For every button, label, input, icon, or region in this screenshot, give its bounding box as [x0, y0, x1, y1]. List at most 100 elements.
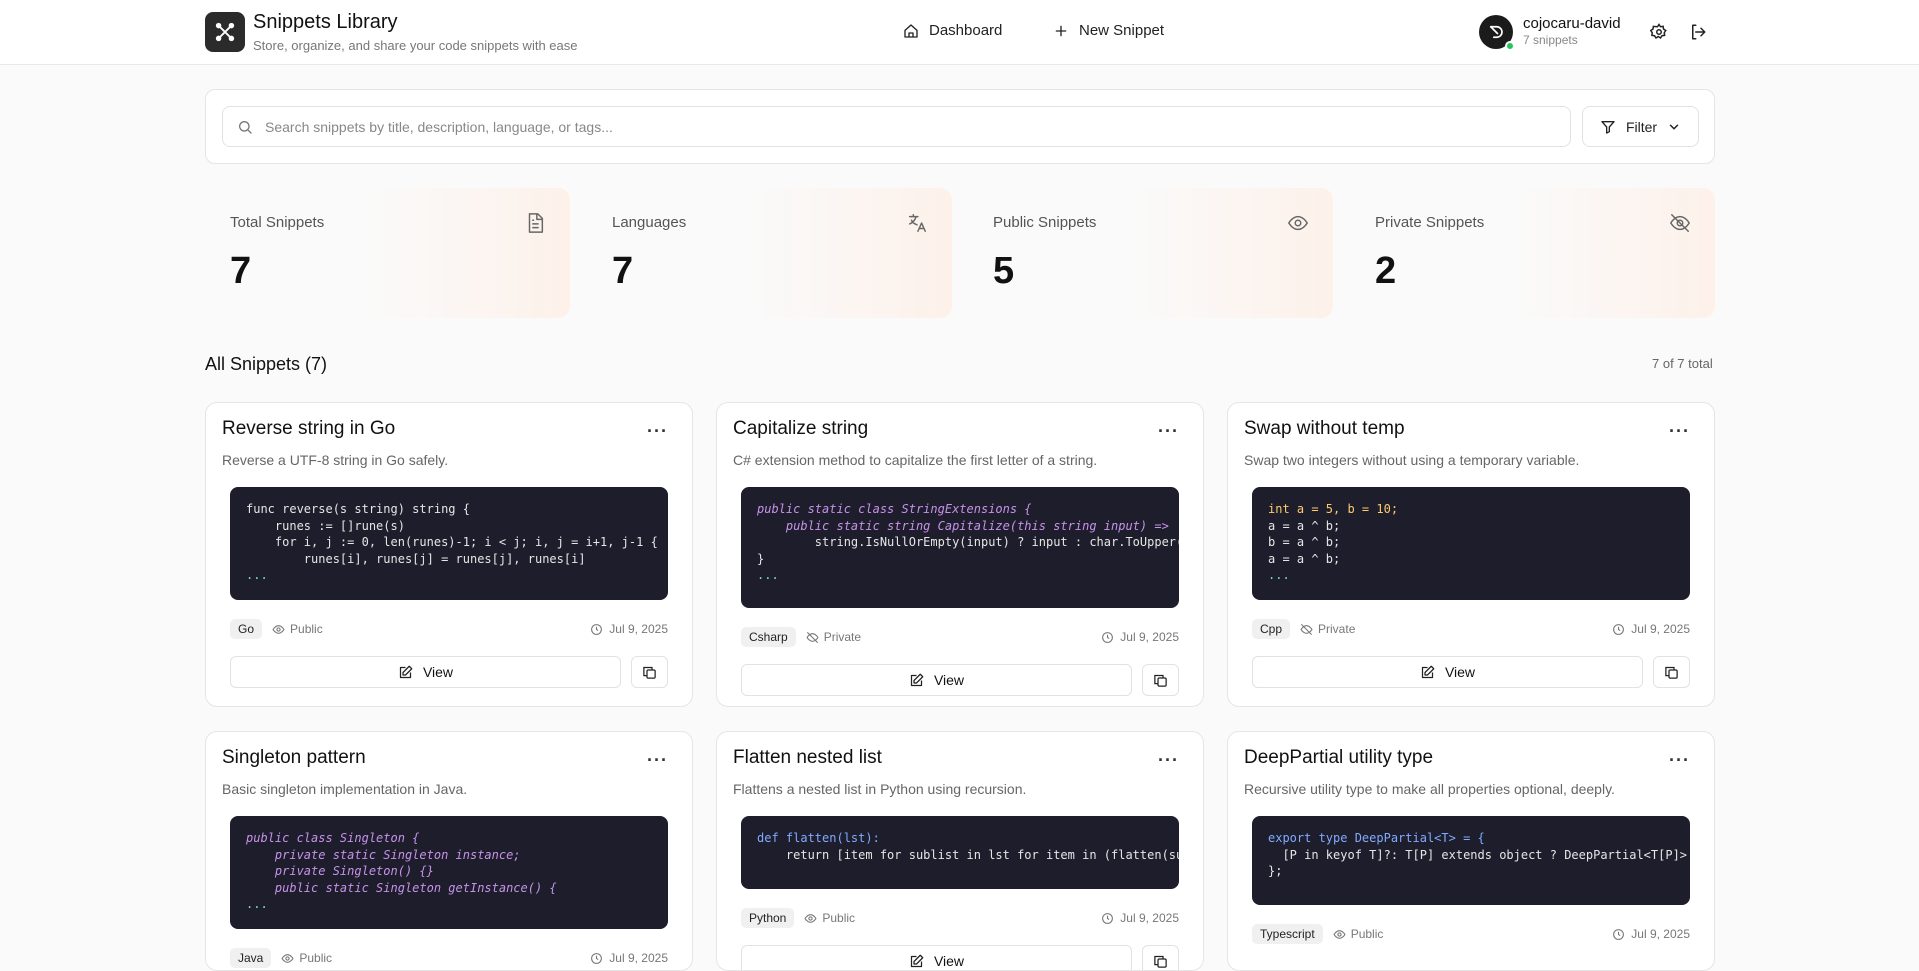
visibility: Private	[806, 630, 861, 644]
nav-dashboard[interactable]: Dashboard	[903, 22, 1002, 39]
clock-icon	[1613, 623, 1625, 635]
snippet-card[interactable]: Singleton pattern ··· Basic singleton im…	[205, 731, 693, 971]
code-line: int a = 5, b = 10;	[1268, 502, 1399, 516]
copy-icon	[1154, 674, 1167, 687]
code-line: export type DeepPartial<T> = {	[1268, 831, 1485, 845]
visibility: Public	[804, 911, 855, 925]
code-line: public static Singleton getInstance() {	[246, 880, 557, 895]
chevron-down-icon	[1669, 124, 1679, 130]
snippet-card[interactable]: Capitalize string ··· C# extension metho…	[716, 402, 1204, 707]
clock-icon	[1102, 631, 1114, 643]
card-title: Swap without temp	[1244, 418, 1405, 439]
code-line: runes := []rune(s)	[246, 518, 405, 533]
card-meta: Csharp Private Jul 9, 2025	[741, 626, 1179, 648]
code-preview: export type DeepPartial<T> = { [P in key…	[1252, 816, 1690, 905]
snippet-card[interactable]: Swap without temp ··· Swap two integers …	[1227, 402, 1715, 707]
logout-button[interactable]	[1688, 22, 1708, 42]
view-button[interactable]: View	[1252, 656, 1643, 688]
eye-icon	[804, 913, 817, 923]
stat-total-snippets: Total Snippets 7	[205, 188, 570, 318]
card-date: Jul 9, 2025	[1101, 911, 1179, 925]
eye-off-icon	[806, 631, 819, 643]
copy-icon	[1665, 666, 1678, 679]
view-button[interactable]: View	[741, 945, 1132, 970]
copy-button[interactable]	[1653, 656, 1690, 688]
date-label: Jul 9, 2025	[1631, 927, 1690, 941]
edit-icon	[1421, 665, 1435, 678]
card-meta: Java Public Jul 9, 2025	[230, 947, 668, 969]
code-line: public static class StringExtensions {	[757, 502, 1032, 516]
search-panel: Filter	[205, 89, 1715, 164]
filter-button[interactable]: Filter	[1582, 106, 1699, 147]
stat-label: Languages	[612, 214, 687, 231]
view-label: View	[933, 953, 965, 969]
stat-value: 5	[993, 250, 1015, 292]
more-options-icon[interactable]: ···	[1669, 750, 1690, 771]
app-logo[interactable]	[205, 12, 245, 52]
date-label: Jul 9, 2025	[1120, 630, 1179, 644]
card-date: Jul 9, 2025	[1612, 622, 1690, 636]
stat-label: Public Snippets	[993, 214, 1097, 231]
code-line: func reverse(s string) string {	[246, 502, 470, 516]
stat-public-snippets: Public Snippets 5	[968, 188, 1333, 318]
code-preview: public class Singleton { private static …	[230, 816, 668, 929]
search-input[interactable]	[265, 118, 1545, 135]
online-status-dot	[1505, 41, 1515, 51]
visibility-label: Private	[823, 630, 862, 644]
language-badge: Typescript	[1252, 924, 1323, 944]
card-description: C# extension method to capitalize the fi…	[733, 452, 1098, 468]
more-options-icon[interactable]: ···	[1669, 421, 1690, 442]
user-name: cojocaru-david	[1523, 15, 1621, 32]
code-line: ...	[246, 568, 268, 582]
snippet-card[interactable]: Flatten nested list ··· Flattens a neste…	[716, 731, 1204, 971]
language-badge: Python	[741, 908, 795, 928]
visibility-label: Public	[290, 622, 323, 636]
card-date: Jul 9, 2025	[590, 951, 668, 965]
eye-icon	[272, 624, 285, 634]
view-button[interactable]: View	[741, 664, 1132, 696]
stat-private-snippets: Private Snippets 2	[1350, 188, 1715, 318]
app-header: Snippets Library Store, organize, and sh…	[0, 0, 1919, 65]
code-line: [P in keyof T]?: T[P] extends object ? D…	[1268, 847, 1690, 862]
card-description: Swap two integers without using a tempor…	[1244, 452, 1580, 468]
copy-button[interactable]	[1142, 664, 1179, 696]
settings-button[interactable]	[1649, 22, 1669, 42]
clock-icon	[1102, 912, 1114, 924]
card-description: Basic singleton implementation in Java.	[222, 781, 468, 797]
search-box[interactable]	[222, 106, 1571, 147]
more-options-icon[interactable]: ···	[1158, 421, 1179, 442]
view-button[interactable]: View	[230, 656, 621, 688]
eye-off-icon	[1300, 623, 1313, 635]
more-options-icon[interactable]: ···	[647, 421, 668, 442]
code-line: for i, j := 0, len(runes)-1; i < j; i, j…	[246, 535, 658, 549]
user-snippet-count: 7 snippets	[1523, 33, 1578, 47]
code-line: ...	[246, 897, 268, 911]
more-options-icon[interactable]: ···	[1158, 750, 1179, 771]
date-label: Jul 9, 2025	[1631, 622, 1690, 636]
more-options-icon[interactable]: ···	[647, 750, 668, 771]
code-preview: def flatten(lst): return [item for subli…	[741, 816, 1179, 889]
snippet-card[interactable]: DeepPartial utility type ··· Recursive u…	[1227, 731, 1715, 971]
code-line: private Singleton() {}	[246, 864, 434, 878]
card-date: Jul 9, 2025	[590, 622, 668, 636]
card-description: Recursive utility type to make all prope…	[1244, 781, 1615, 797]
code-line: ...	[1268, 568, 1290, 582]
view-label: View	[933, 672, 965, 688]
section-title: All Snippets (7)	[205, 354, 328, 374]
eye-icon	[281, 953, 294, 963]
language-badge: Csharp	[741, 627, 796, 647]
snippet-card[interactable]: Reverse string in Go ··· Reverse a UTF-8…	[205, 402, 693, 707]
nav-dashboard-label: Dashboard	[929, 22, 1003, 39]
logout-icon	[1692, 24, 1706, 40]
copy-icon	[643, 666, 656, 679]
copy-button[interactable]	[631, 656, 668, 688]
eye-icon	[1333, 929, 1346, 939]
date-label: Jul 9, 2025	[609, 622, 668, 636]
card-title: DeepPartial utility type	[1244, 747, 1434, 768]
copy-button[interactable]	[1142, 945, 1179, 970]
clock-icon	[591, 623, 603, 635]
language-badge: Go	[230, 619, 263, 639]
card-description: Flattens a nested list in Python using r…	[733, 781, 1027, 797]
nav-new-snippet[interactable]: New Snippet	[1053, 22, 1164, 39]
edit-icon	[399, 665, 413, 678]
